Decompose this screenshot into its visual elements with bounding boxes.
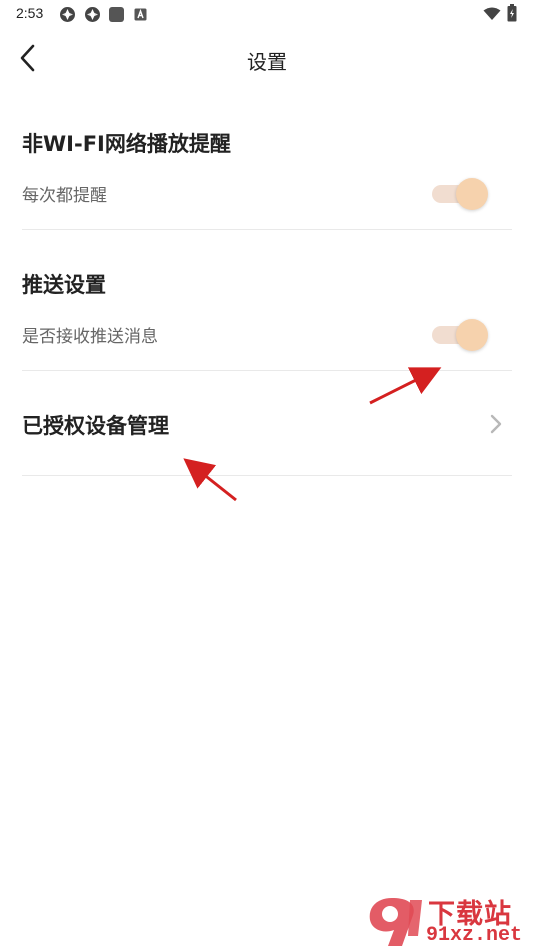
authorized-devices-row[interactable]: 已授权设备管理 (22, 390, 512, 456)
watermark: 下载站 91xz.net (362, 890, 532, 948)
wifi-reminder-title: 非WI-FI网络播放提醒 (22, 132, 231, 156)
watermark-logo-icon (369, 898, 422, 946)
toggle-thumb (456, 178, 488, 210)
push-settings-title: 推送设置 (22, 273, 106, 297)
divider (22, 475, 512, 476)
top-bar: 设置 (0, 28, 534, 90)
app-icon-2 (85, 7, 100, 22)
authorized-devices-title: 已授权设备管理 (22, 414, 169, 438)
push-settings-toggle[interactable] (430, 318, 490, 352)
wifi-reminder-desc: 每次都提醒 (22, 186, 107, 206)
wifi-icon (483, 7, 501, 20)
status-bar: 2:53 (0, 0, 534, 28)
app-icon-4 (134, 8, 147, 21)
toggle-thumb (456, 319, 488, 351)
watermark-text-url: 91xz.net (426, 924, 523, 947)
divider (22, 229, 512, 230)
status-time: 2:53 (16, 5, 44, 21)
app-icon-1 (60, 7, 75, 22)
page-title: 设置 (247, 50, 287, 74)
push-settings-desc: 是否接收推送消息 (22, 327, 158, 347)
app-icon-3 (109, 7, 124, 22)
wifi-reminder-toggle[interactable] (430, 177, 490, 211)
divider (22, 370, 512, 371)
chevron-right-icon (490, 414, 502, 434)
battery-icon (507, 4, 517, 22)
